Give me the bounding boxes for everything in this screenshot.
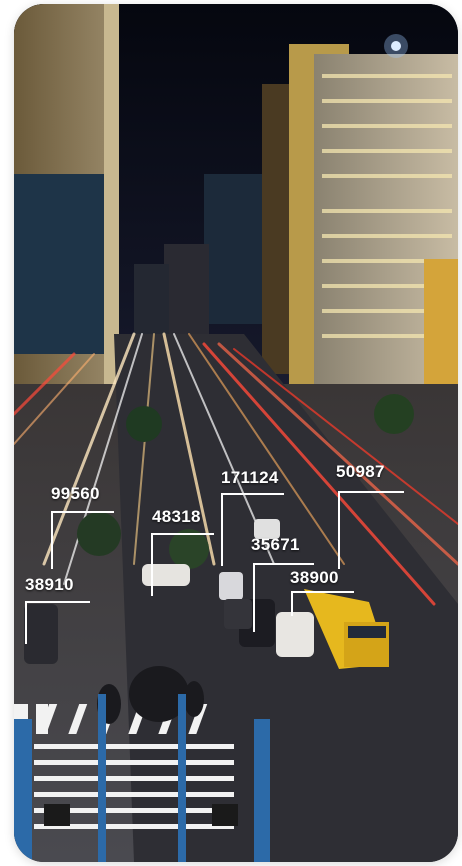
annotation-label-50987: 50987 — [336, 462, 385, 481]
annotation-label-99560: 99560 — [51, 484, 100, 503]
annotation-label-38900: 38900 — [290, 568, 339, 587]
annotation-label-38910: 38910 — [25, 575, 74, 594]
annotation-label-48318: 48318 — [152, 507, 201, 526]
photo-card: 99560 48318 171124 50987 35671 38900 389… — [14, 4, 458, 862]
annotation-label-35671: 35671 — [251, 535, 300, 554]
annotation-label-171124: 171124 — [221, 468, 279, 487]
city-street-photo — [14, 4, 458, 862]
